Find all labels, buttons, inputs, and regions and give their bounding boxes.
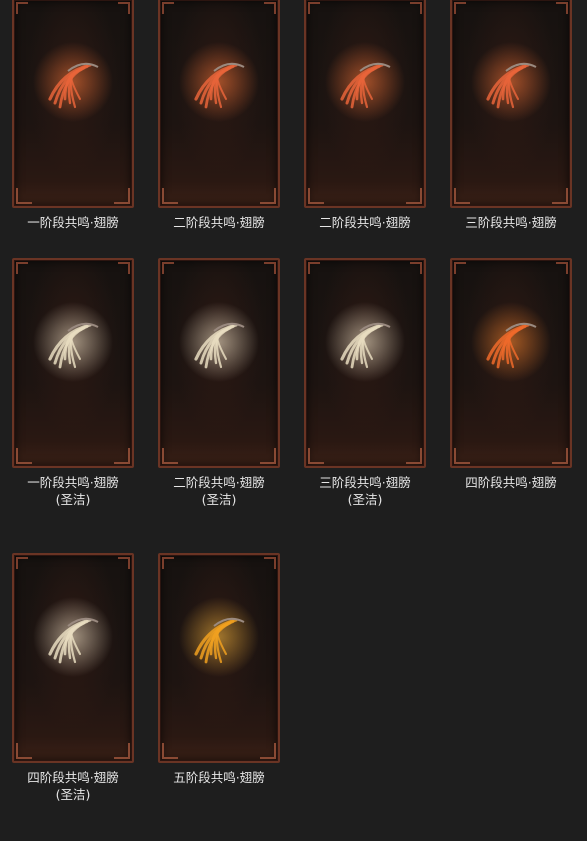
wing-label: 五阶段共鸣·翅膀 <box>146 769 292 786</box>
wing-label: 三阶段共鸣·翅膀 <box>438 214 584 231</box>
frame-corner <box>264 262 276 274</box>
wing-icon <box>33 42 113 122</box>
frame-corner <box>118 262 130 274</box>
frame-corner <box>162 262 174 274</box>
wing-subtitle: (圣洁) <box>347 492 383 507</box>
wing-icon <box>179 42 259 122</box>
frame-corner <box>16 2 28 14</box>
frame-corner <box>410 2 422 14</box>
wing-label: 一阶段共鸣·翅膀 (圣洁) <box>0 474 146 508</box>
frame-corner <box>264 557 276 569</box>
wing-card[interactable] <box>304 0 426 208</box>
frame-corner <box>454 262 466 274</box>
frame-corner <box>162 2 174 14</box>
frame-corner <box>454 2 466 14</box>
wing-name: 二阶段共鸣·翅膀 <box>173 475 265 490</box>
wing-icon <box>33 597 113 677</box>
frame-corner <box>16 262 28 274</box>
wing-card[interactable] <box>158 0 280 208</box>
wing-name: 四阶段共鸣·翅膀 <box>27 770 119 785</box>
frame-corner <box>308 262 320 274</box>
wing-name: 三阶段共鸣·翅膀 <box>465 215 557 230</box>
frame-corner <box>16 557 28 569</box>
wing-card[interactable] <box>450 0 572 208</box>
frame-corner <box>118 2 130 14</box>
wing-label: 四阶段共鸣·翅膀 (圣洁) <box>0 769 146 803</box>
wing-card[interactable] <box>450 258 572 468</box>
wing-card[interactable] <box>158 553 280 763</box>
wing-icon <box>33 302 113 382</box>
frame-corner <box>410 262 422 274</box>
wing-icon <box>179 597 259 677</box>
wing-name: 三阶段共鸣·翅膀 <box>319 475 411 490</box>
wing-name: 一阶段共鸣·翅膀 <box>27 475 119 490</box>
frame-corner <box>556 262 568 274</box>
wing-subtitle: (圣洁) <box>55 787 91 802</box>
wing-label: 三阶段共鸣·翅膀 (圣洁) <box>292 474 438 508</box>
wing-label: 二阶段共鸣·翅膀 <box>146 214 292 231</box>
wing-card[interactable] <box>12 553 134 763</box>
wing-icon <box>471 302 551 382</box>
wing-name: 二阶段共鸣·翅膀 <box>319 215 411 230</box>
wing-name: 五阶段共鸣·翅膀 <box>173 770 265 785</box>
frame-corner <box>264 2 276 14</box>
frame-corner <box>162 557 174 569</box>
wing-icon <box>179 302 259 382</box>
wing-icon <box>471 42 551 122</box>
wing-label: 二阶段共鸣·翅膀 (圣洁) <box>146 474 292 508</box>
wing-card[interactable] <box>12 0 134 208</box>
wing-name: 一阶段共鸣·翅膀 <box>27 215 119 230</box>
wing-card[interactable] <box>304 258 426 468</box>
frame-corner <box>556 2 568 14</box>
wing-icon <box>325 302 405 382</box>
wing-card[interactable] <box>12 258 134 468</box>
wing-label: 四阶段共鸣·翅膀 <box>438 474 584 491</box>
wing-icon <box>325 42 405 122</box>
wing-label: 一阶段共鸣·翅膀 <box>0 214 146 231</box>
wing-subtitle: (圣洁) <box>201 492 237 507</box>
wing-name: 四阶段共鸣·翅膀 <box>465 475 557 490</box>
wing-label: 二阶段共鸣·翅膀 <box>292 214 438 231</box>
frame-corner <box>308 2 320 14</box>
wing-card[interactable] <box>158 258 280 468</box>
wing-name: 二阶段共鸣·翅膀 <box>173 215 265 230</box>
wing-subtitle: (圣洁) <box>55 492 91 507</box>
frame-corner <box>118 557 130 569</box>
